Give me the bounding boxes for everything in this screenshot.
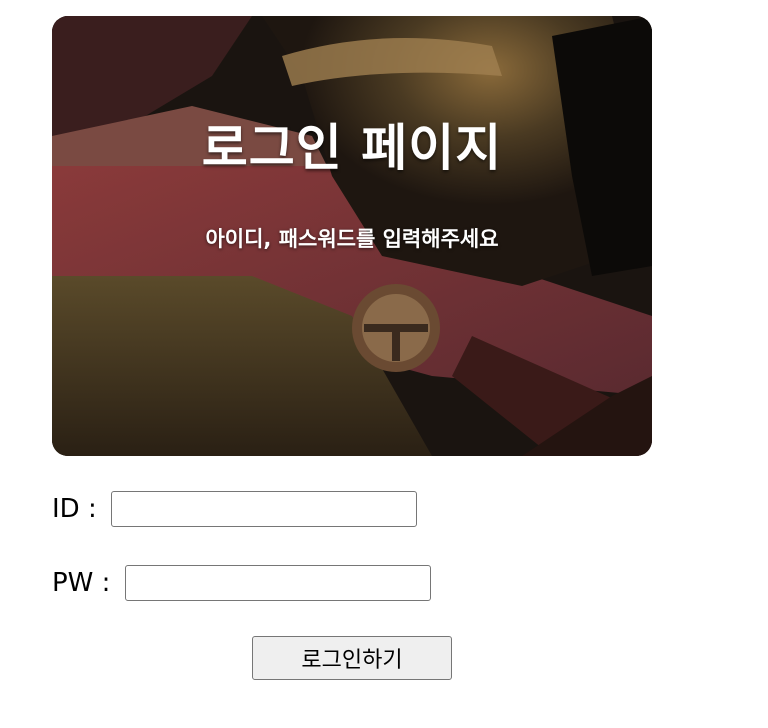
page-title: 로그인 페이지	[201, 119, 503, 177]
id-label: ID :	[52, 494, 105, 524]
id-row: ID :	[52, 488, 417, 530]
login-button[interactable]: 로그인하기	[252, 636, 452, 680]
pw-row: PW :	[52, 562, 431, 604]
login-page: 로그인 페이지 아이디, 패스워드를 입력해주세요 ID : PW : 로그인하…	[0, 0, 768, 728]
id-input[interactable]	[110, 491, 417, 527]
password-input[interactable]	[124, 565, 431, 601]
pw-label: PW :	[52, 568, 119, 598]
hero-banner: 로그인 페이지 아이디, 패스워드를 입력해주세요	[52, 16, 652, 456]
page-subtitle: 아이디, 패스워드를 입력해주세요	[205, 227, 499, 251]
